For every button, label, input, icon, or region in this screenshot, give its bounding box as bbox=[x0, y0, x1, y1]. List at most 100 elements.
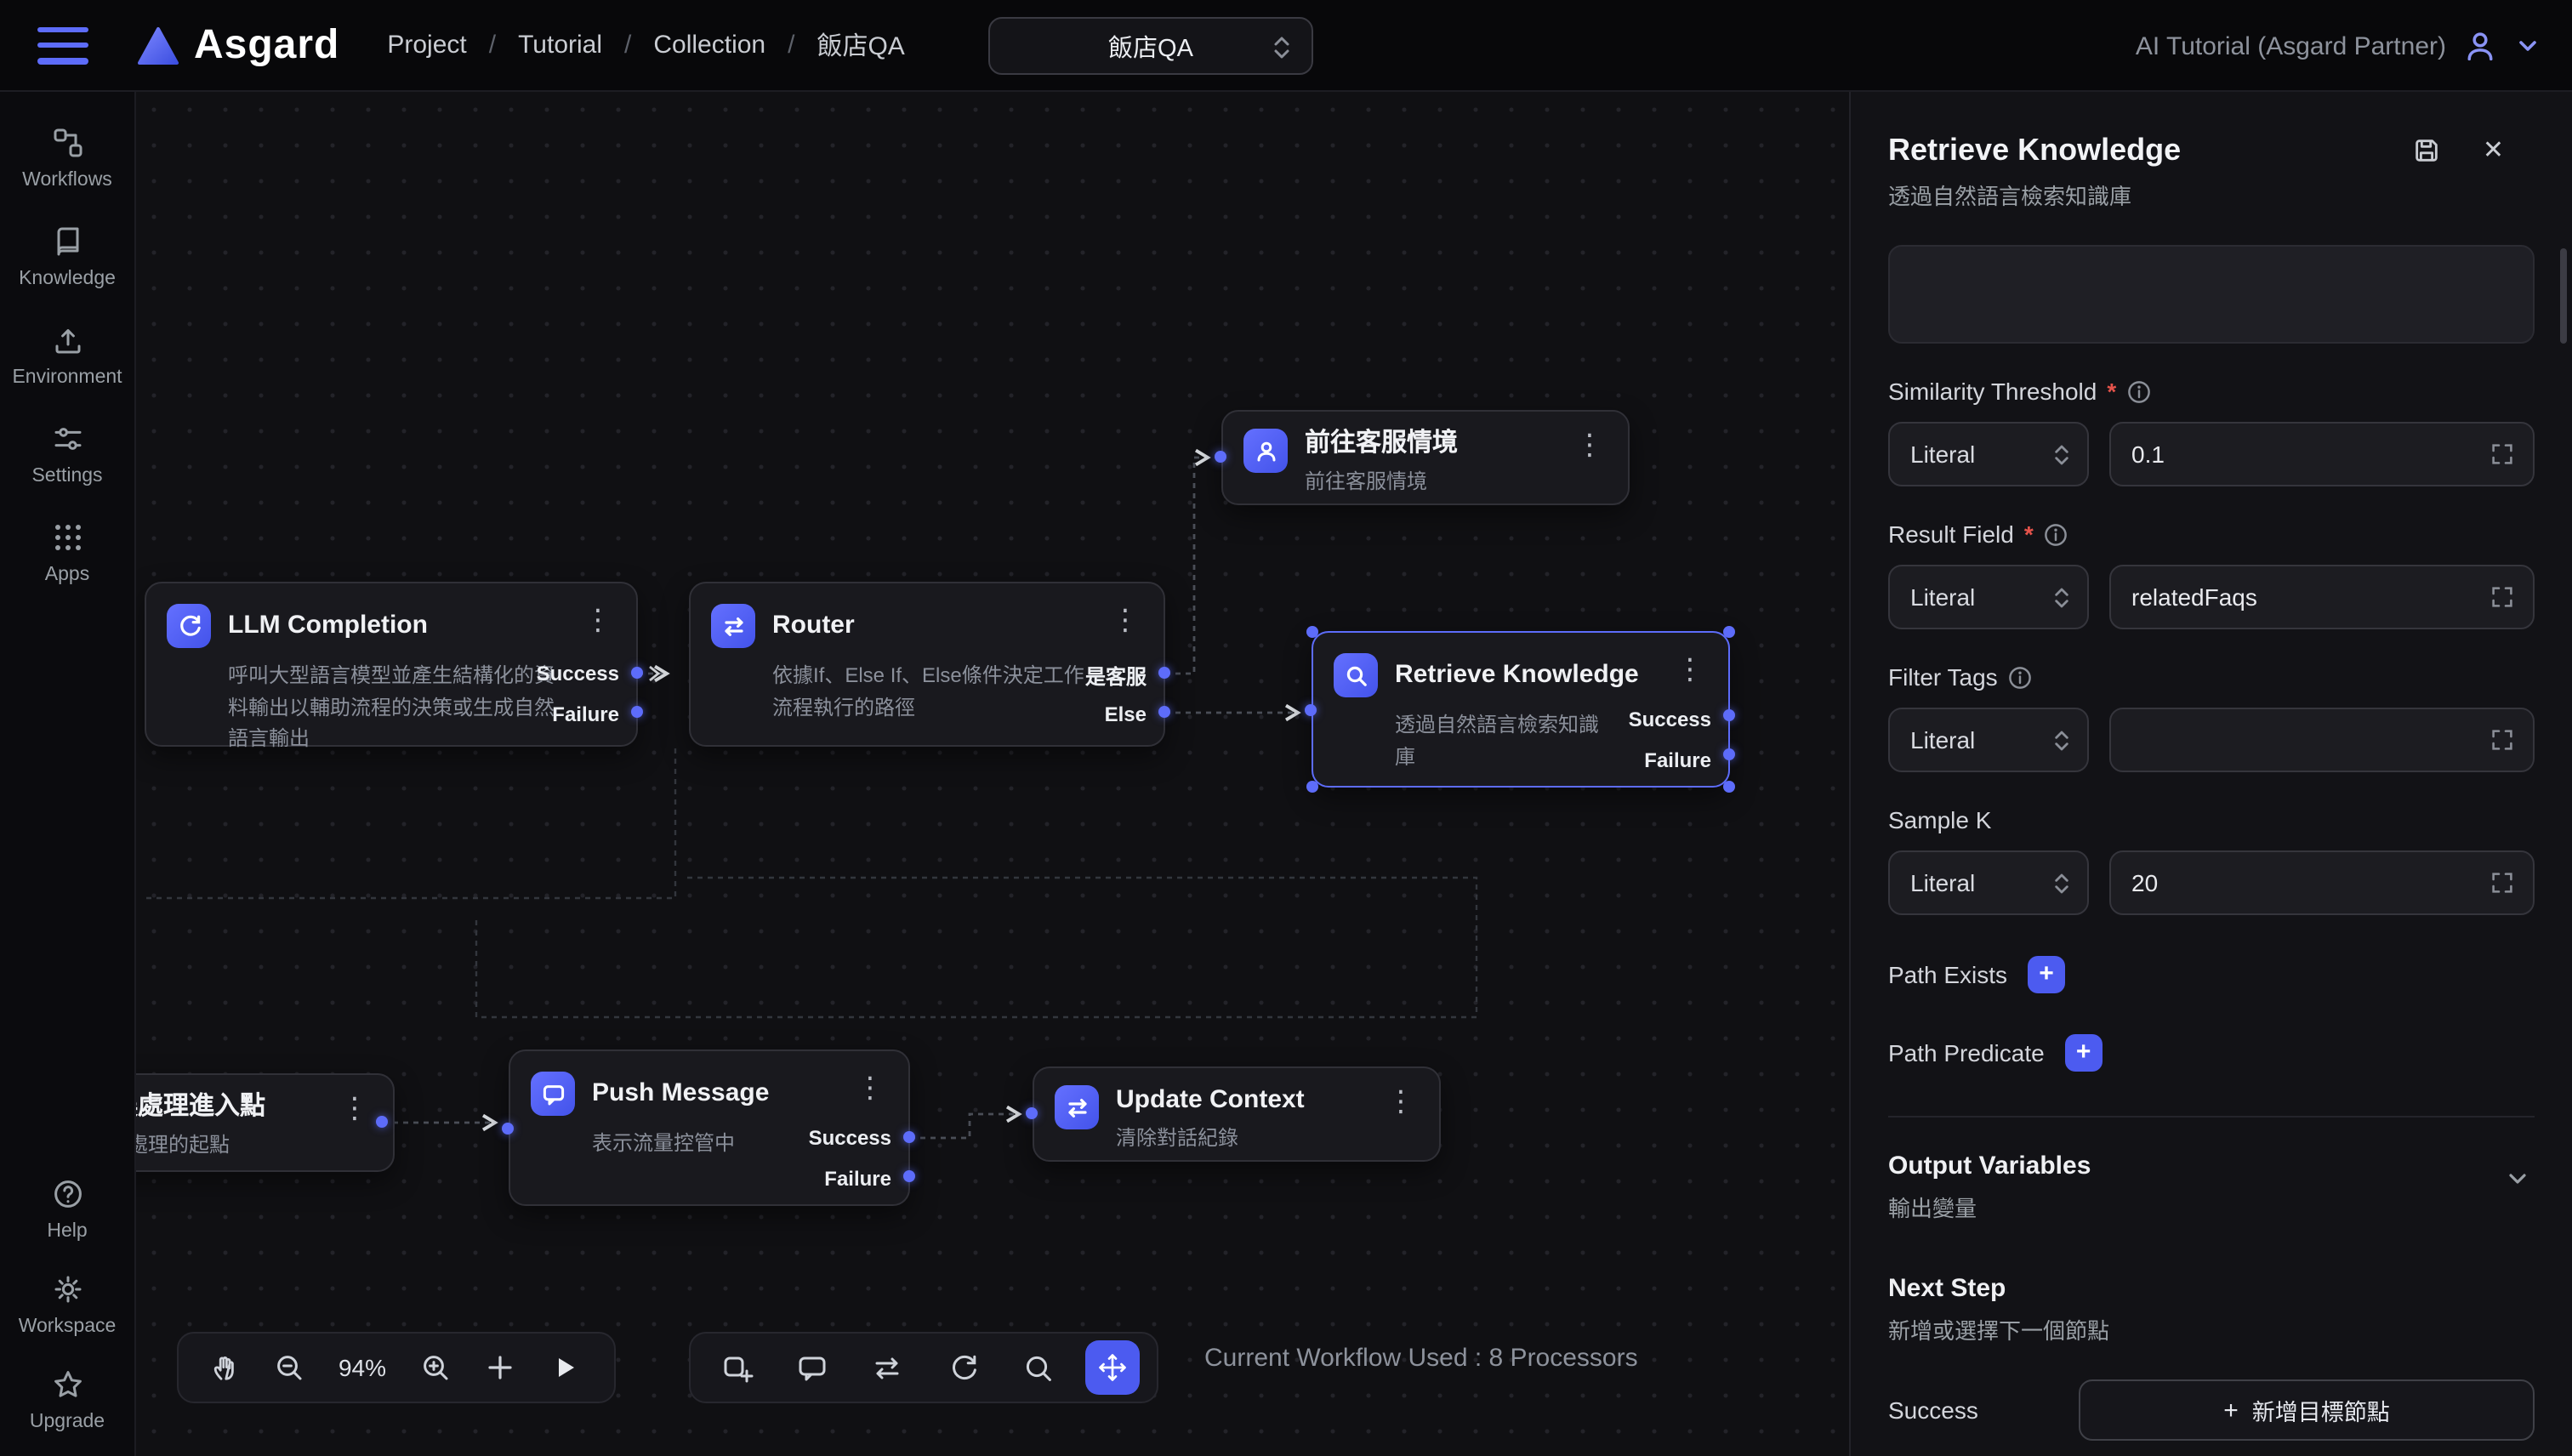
user-icon[interactable] bbox=[2461, 27, 2499, 65]
breadcrumb-collection[interactable]: Collection bbox=[653, 31, 765, 60]
zoom-in-tool[interactable] bbox=[407, 1339, 464, 1396]
breadcrumb-current[interactable]: 飯店QA bbox=[817, 27, 904, 63]
node-entry-point[interactable]: 錯誤處理進入點 錯誤處理的起點 ⋮ bbox=[136, 1073, 395, 1172]
llm-node-icon[interactable] bbox=[934, 1339, 992, 1396]
kebab-menu-icon[interactable]: ⋮ bbox=[1672, 653, 1708, 687]
selection-handle[interactable] bbox=[1723, 626, 1735, 638]
chevron-down-icon[interactable] bbox=[2504, 1165, 2531, 1192]
output-failure[interactable]: Failure bbox=[1644, 748, 1711, 772]
port-dot[interactable] bbox=[1215, 451, 1226, 463]
account-chevron-down-icon[interactable] bbox=[2514, 32, 2541, 60]
port-dot[interactable] bbox=[1026, 1107, 1038, 1119]
info-icon[interactable] bbox=[2044, 521, 2069, 547]
port-dot[interactable] bbox=[903, 1131, 915, 1143]
kebab-menu-icon[interactable]: ⋮ bbox=[1107, 604, 1143, 638]
node-goto-customer-service[interactable]: 前往客服情境 前往客服情境 ⋮ bbox=[1221, 410, 1630, 505]
port-dot[interactable] bbox=[903, 1170, 915, 1182]
node-update-context[interactable]: Update Context 清除對話紀錄 ⋮ bbox=[1033, 1066, 1441, 1162]
kebab-menu-icon[interactable]: ⋮ bbox=[1383, 1085, 1419, 1119]
hamburger-menu-icon[interactable] bbox=[37, 26, 88, 64]
message-node-icon[interactable] bbox=[783, 1339, 841, 1396]
selection-handle[interactable] bbox=[1306, 781, 1318, 793]
pan-hand-tool[interactable] bbox=[196, 1339, 253, 1396]
port-dot[interactable] bbox=[1158, 706, 1170, 718]
next-step-subtitle: 新增或選擇下一個節點 bbox=[1888, 1313, 2535, 1345]
kebab-menu-icon[interactable]: ⋮ bbox=[337, 1092, 373, 1126]
zoom-out-tool[interactable] bbox=[260, 1339, 318, 1396]
port-dot[interactable] bbox=[631, 706, 643, 718]
llm-completion-icon bbox=[167, 604, 211, 648]
mode-select[interactable]: Literal bbox=[1888, 850, 2089, 915]
output-success[interactable]: Success bbox=[537, 662, 619, 685]
expand-icon[interactable] bbox=[2489, 869, 2516, 896]
zoom-level[interactable]: 94% bbox=[325, 1354, 400, 1381]
breadcrumb-project[interactable]: Project bbox=[387, 31, 466, 60]
search-node-icon[interactable] bbox=[1010, 1339, 1067, 1396]
run-workflow-button[interactable] bbox=[536, 1339, 594, 1396]
port-dot[interactable] bbox=[376, 1116, 388, 1128]
add-path-predicate-button[interactable]: + bbox=[2065, 1034, 2103, 1072]
sort-chevrons-icon bbox=[2053, 728, 2070, 754]
node-push-message[interactable]: Push Message ⋮ 表示流量控管中 Success Failure bbox=[509, 1049, 910, 1206]
info-icon[interactable] bbox=[2126, 378, 2152, 404]
workflow-selector[interactable]: 飯店QA bbox=[988, 17, 1313, 75]
panel-subtitle: 透過自然語言檢索知識庫 bbox=[1888, 179, 2535, 211]
port-dot[interactable] bbox=[1723, 748, 1735, 760]
sidebar-item-settings[interactable]: Settings bbox=[0, 422, 134, 486]
output-else[interactable]: Else bbox=[1105, 702, 1147, 726]
sidebar-item-upgrade[interactable]: Upgrade bbox=[0, 1368, 134, 1432]
sidebar-item-workspace[interactable]: Workspace bbox=[0, 1272, 134, 1337]
add-node-icon[interactable] bbox=[708, 1339, 765, 1396]
mode-select[interactable]: Literal bbox=[1888, 708, 2089, 772]
selection-handle[interactable] bbox=[1306, 626, 1318, 638]
workflow-canvas[interactable]: 錯誤處理進入點 錯誤處理的起點 ⋮ LLM Completion ⋮ 呼叫大型語… bbox=[136, 92, 1849, 1456]
close-icon[interactable]: ✕ bbox=[2483, 137, 2504, 164]
sidebar-item-environment[interactable]: Environment bbox=[0, 323, 134, 388]
expand-icon[interactable] bbox=[2489, 726, 2516, 754]
port-dot[interactable] bbox=[1158, 667, 1170, 679]
port-dot[interactable] bbox=[502, 1123, 514, 1135]
move-tool-active[interactable] bbox=[1085, 1340, 1140, 1395]
breadcrumb-tutorial[interactable]: Tutorial bbox=[518, 31, 602, 60]
similarity-threshold-input[interactable] bbox=[2111, 424, 2533, 485]
output-failure[interactable]: Failure bbox=[824, 1167, 891, 1191]
sample-k-input[interactable] bbox=[2111, 852, 2533, 913]
selection-handle[interactable] bbox=[1723, 781, 1735, 793]
expand-icon[interactable] bbox=[2489, 441, 2516, 468]
sidebar-item-workflows[interactable]: Workflows bbox=[0, 126, 134, 191]
result-field-input[interactable] bbox=[2111, 566, 2533, 628]
port-dot[interactable] bbox=[631, 667, 643, 679]
output-success[interactable]: Success bbox=[809, 1126, 891, 1150]
node-llm-completion[interactable]: LLM Completion ⋮ 呼叫大型語言模型並產生結構化的資料輸出以輔助流… bbox=[145, 582, 638, 747]
asgard-logo-icon[interactable] bbox=[136, 25, 180, 65]
filter-tags-input[interactable] bbox=[2111, 709, 2533, 771]
output-is-cs[interactable]: 是客服 bbox=[1085, 662, 1147, 691]
save-icon[interactable] bbox=[2413, 136, 2442, 165]
mode-select[interactable]: Literal bbox=[1888, 565, 2089, 629]
kebab-menu-icon[interactable]: ⋮ bbox=[852, 1072, 888, 1106]
parameter-textarea-partial[interactable] bbox=[1888, 245, 2535, 344]
node-description: 依據If、Else If、Else條件決定工作流程執行的路徑 bbox=[772, 660, 1095, 723]
output-failure[interactable]: Failure bbox=[552, 702, 619, 726]
sidebar-item-apps[interactable]: Apps bbox=[0, 520, 134, 585]
path-predicate-row: Path Predicate + bbox=[1888, 1034, 2535, 1072]
sidebar-item-knowledge[interactable]: Knowledge bbox=[0, 225, 134, 289]
add-path-exists-button[interactable]: + bbox=[2028, 956, 2065, 993]
output-variables-section[interactable]: Output Variables 輸出變量 bbox=[1888, 1152, 2535, 1223]
mode-select[interactable]: Literal bbox=[1888, 422, 2089, 486]
panel-scrollbar[interactable] bbox=[2560, 248, 2567, 344]
kebab-menu-icon[interactable]: ⋮ bbox=[580, 604, 616, 638]
expand-icon[interactable] bbox=[2489, 583, 2516, 611]
port-dot[interactable] bbox=[1723, 709, 1735, 721]
add-target-node-success-button[interactable]: + 新增目標節點 bbox=[2079, 1379, 2535, 1441]
node-router[interactable]: Router ⋮ 依據If、Else If、Else條件決定工作流程執行的路徑 … bbox=[689, 582, 1165, 747]
port-dot[interactable] bbox=[1305, 704, 1317, 716]
info-icon[interactable] bbox=[2008, 664, 2034, 690]
kebab-menu-icon[interactable]: ⋮ bbox=[1572, 429, 1608, 463]
output-success[interactable]: Success bbox=[1629, 708, 1711, 731]
add-tool[interactable] bbox=[471, 1339, 529, 1396]
node-retrieve-knowledge[interactable]: Retrieve Knowledge ⋮ 透過自然語言檢索知識庫 Success… bbox=[1312, 631, 1730, 788]
router-node-icon[interactable] bbox=[859, 1339, 917, 1396]
sidebar-item-help[interactable]: Help bbox=[0, 1177, 134, 1242]
field-label-filter-tags: Filter Tags bbox=[1888, 660, 2535, 694]
